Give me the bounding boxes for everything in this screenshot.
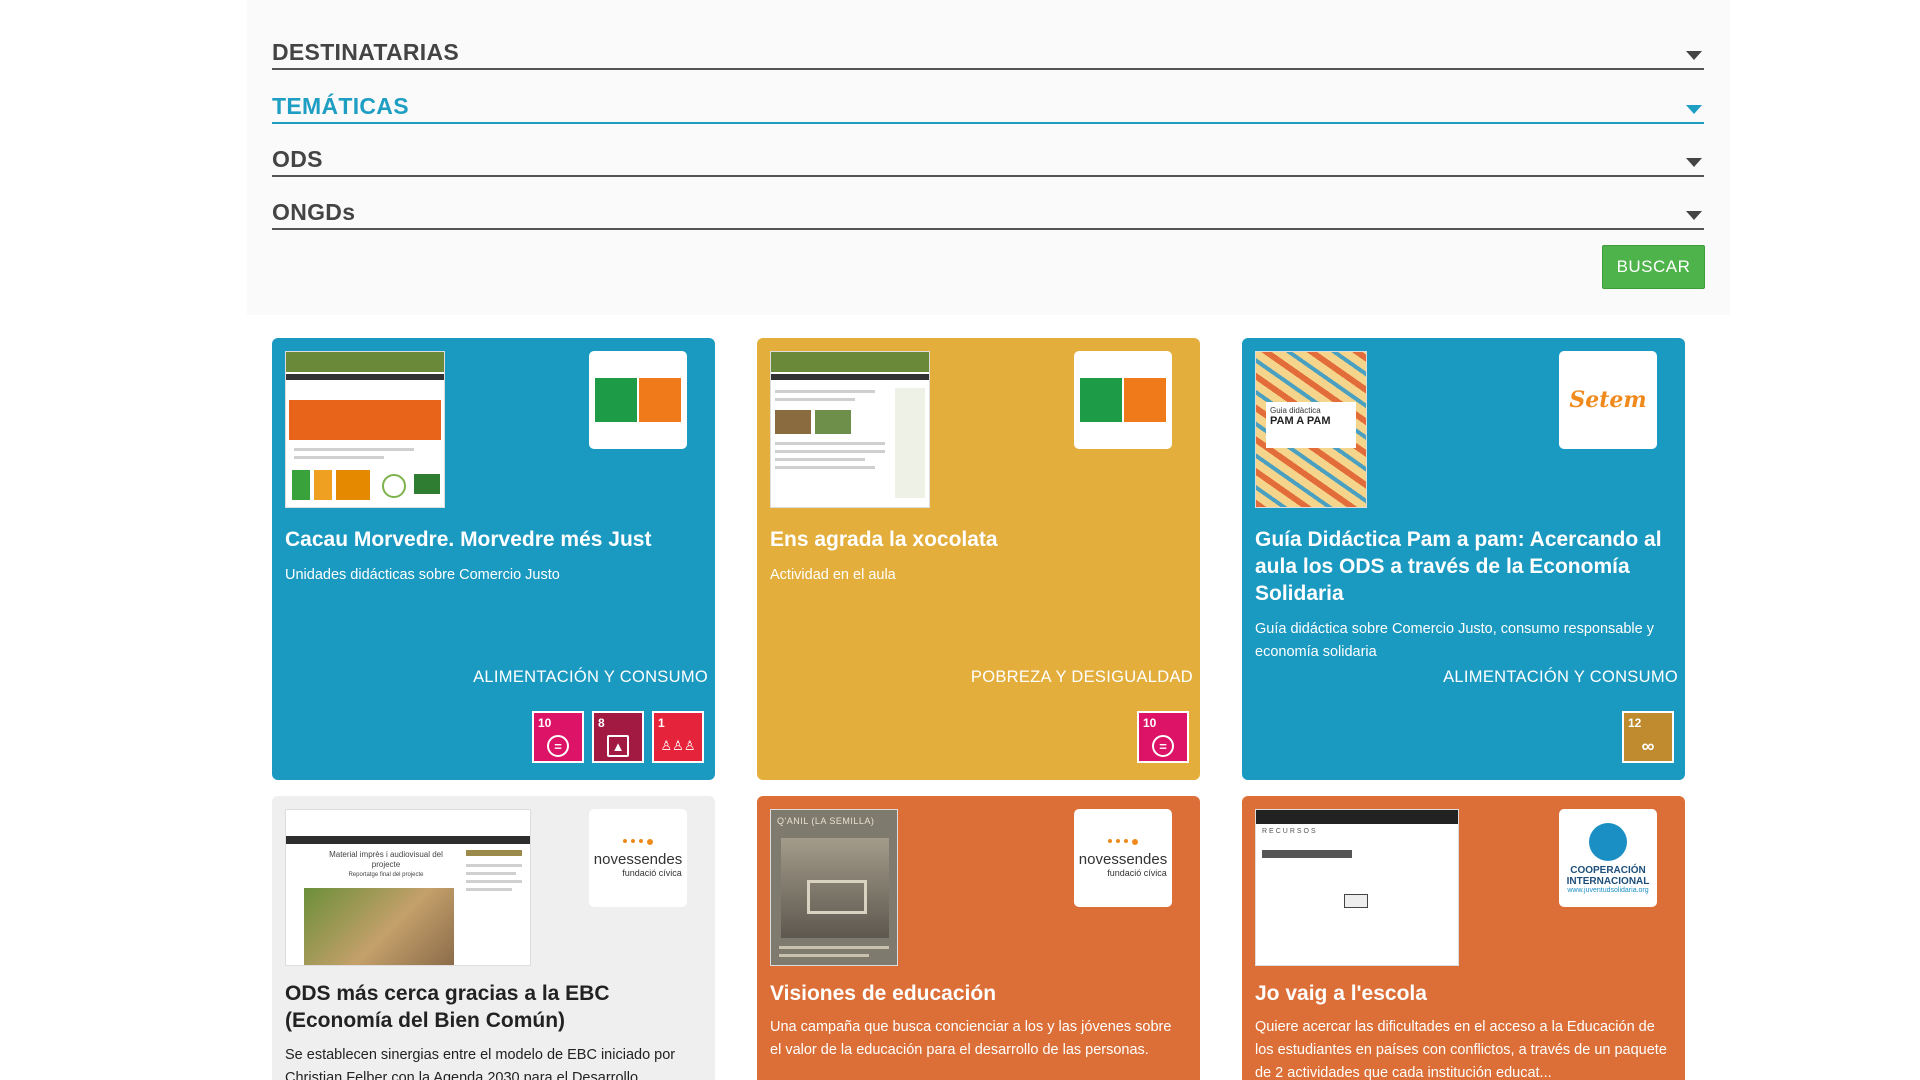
filter-destinatarias[interactable]: DESTINATARIAS — [272, 38, 1704, 70]
card-title[interactable]: Ens agrada la xocolata — [770, 526, 1182, 553]
ods-1-icon[interactable]: 1 ♙♙♙ — [652, 711, 704, 763]
caret-down-icon — [1686, 158, 1702, 167]
card-subtitle: Actividad en el aula — [770, 567, 896, 583]
resource-card[interactable]: Material imprès i audiovisual del projec… — [272, 796, 715, 1080]
ods-icons: 10 = 8 ▲ 1 ♙♙♙ — [532, 711, 704, 763]
filter-ods[interactable]: ODS — [272, 145, 1704, 177]
card-title[interactable]: Guía Didáctica Pam a pam: Acercando al a… — [1255, 526, 1667, 607]
filter-label: ONGDs — [272, 199, 356, 225]
card-topic[interactable]: POBREZA Y DESIGUALDAD — [971, 668, 1193, 687]
organization-logo: COOPERACIÓN INTERNACIONAL www.juventudso… — [1559, 809, 1657, 907]
caret-down-icon — [1686, 51, 1702, 60]
caret-down-icon — [1686, 105, 1702, 114]
ods-8-icon[interactable]: 8 ▲ — [592, 711, 644, 763]
resource-thumbnail — [770, 351, 930, 508]
caret-down-icon — [1686, 211, 1702, 220]
ods-icons: 12 ∞ — [1622, 711, 1674, 763]
resource-thumbnail: RECURSOS — [1255, 809, 1459, 966]
card-title[interactable]: Cacau Morvedre. Morvedre més Just — [285, 526, 697, 553]
resource-card[interactable]: Guia didàctica PAM A PAM Setem Guía Didá… — [1242, 338, 1685, 780]
organization-logo — [1074, 351, 1172, 449]
filter-tematicas[interactable]: TEMÁTICAS — [272, 92, 1704, 124]
card-subtitle: Una campaña que busca concienciar a los … — [770, 1019, 1172, 1058]
resource-thumbnail: Q'ANIL (LA SEMILLA) — [770, 809, 898, 966]
card-title[interactable]: Visiones de educación — [770, 980, 1182, 1007]
card-title[interactable]: ODS más cerca gracias a la EBC (Economía… — [285, 980, 697, 1034]
card-title[interactable]: Jo vaig a l'escola — [1255, 980, 1667, 1007]
organization-logo: novessendes fundació cívica — [589, 809, 687, 907]
organization-logo: Setem — [1559, 351, 1657, 449]
resource-thumbnail: Material imprès i audiovisual del projec… — [285, 809, 531, 966]
card-subtitle: Unidades didácticas sobre Comercio Justo — [285, 567, 560, 583]
filter-ongds[interactable]: ONGDs — [272, 198, 1704, 230]
resource-card[interactable]: Cacau Morvedre. Morvedre més Just Unidad… — [272, 338, 715, 780]
filter-panel: DESTINATARIAS TEMÁTICAS ODS ONGDs BUSCAR — [247, 0, 1730, 315]
resource-card[interactable]: Q'ANIL (LA SEMILLA) novessendes fundació… — [757, 796, 1200, 1080]
organization-logo: novessendes fundació cívica — [1074, 809, 1172, 907]
resource-thumbnail — [285, 351, 445, 508]
filter-label: DESTINATARIAS — [272, 39, 460, 65]
resource-card[interactable]: RECURSOS COOPERACIÓN INTERNACIONAL www.j… — [1242, 796, 1685, 1080]
ods-10-icon[interactable]: 10 = — [1137, 711, 1189, 763]
card-subtitle: Se establecen sinergias entre el modelo … — [285, 1047, 676, 1080]
card-topic[interactable]: ALIMENTACIÓN Y CONSUMO — [1443, 668, 1678, 687]
organization-logo — [589, 351, 687, 449]
resource-card[interactable]: Ens agrada la xocolata Actividad en el a… — [757, 338, 1200, 780]
ods-10-icon[interactable]: 10 = — [532, 711, 584, 763]
filter-label: ODS — [272, 146, 323, 172]
resource-thumbnail: Guia didàctica PAM A PAM — [1255, 351, 1367, 508]
card-subtitle: Guía didáctica sobre Comercio Justo, con… — [1255, 621, 1654, 660]
filter-label: TEMÁTICAS — [272, 93, 409, 119]
card-subtitle: Quiere acercar las dificultades en el ac… — [1255, 1019, 1667, 1080]
ods-icons: 10 = — [1137, 711, 1189, 763]
ods-12-icon[interactable]: 12 ∞ — [1622, 711, 1674, 763]
search-button[interactable]: BUSCAR — [1602, 245, 1705, 289]
card-topic[interactable]: ALIMENTACIÓN Y CONSUMO — [473, 668, 708, 687]
